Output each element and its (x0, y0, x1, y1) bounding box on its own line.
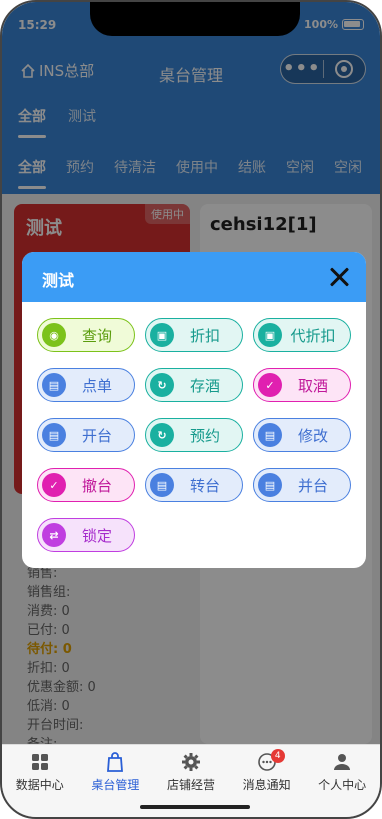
bottom-tab-bar: 数据中心 桌台管理 店铺经营 4 消息通知 个人中心 (2, 744, 380, 817)
unread-badge: 4 (270, 749, 285, 763)
transfer-table-button[interactable]: ▤ 转台 (145, 468, 243, 502)
tabbar-label: 消息通知 (242, 778, 291, 792)
lock-button[interactable]: ⇄ 锁定 (37, 518, 135, 552)
transfer-table-label: 转台 (189, 476, 220, 495)
refresh-icon: ↻ (150, 373, 174, 397)
merge-table-button[interactable]: ▤ 并台 (253, 468, 351, 502)
cancel-table-label: 撤台 (81, 476, 112, 495)
tabbar-item-table-management[interactable]: 桌台管理 (78, 751, 154, 793)
person-icon (304, 751, 380, 773)
bag-icon (78, 751, 154, 773)
discount-icon: ▣ (258, 323, 282, 347)
query-button[interactable]: ◉ 查询 (37, 318, 135, 352)
merge-table-label: 并台 (297, 476, 328, 495)
edit-button[interactable]: ▤ 修改 (253, 418, 351, 452)
message-icon (229, 751, 305, 773)
search-icon: ◉ (42, 323, 66, 347)
check-icon: ✓ (42, 473, 66, 497)
tabbar-label: 个人中心 (318, 778, 367, 792)
modal-header: 测试 (22, 252, 366, 302)
tabbar-label: 数据中心 (15, 778, 64, 792)
tabbar-item-data-center[interactable]: 数据中心 (2, 751, 78, 793)
table-actions-modal: 测试 ◉ 查询 ▣ 折扣 ▣ 代折扣 ▤ 点单 ↻ 存酒 ✓ 取酒 ▤ 开台 ↻… (22, 252, 366, 568)
close-icon[interactable] (326, 264, 352, 290)
take-wine-button[interactable]: ✓ 取酒 (253, 368, 351, 402)
proxy-discount-label: 代折扣 (290, 326, 336, 345)
discount-label: 折扣 (189, 326, 220, 345)
tabbar-item-profile[interactable]: 个人中心 (304, 751, 380, 793)
cancel-table-button[interactable]: ✓ 撤台 (37, 468, 135, 502)
open-table-label: 开台 (81, 426, 112, 445)
query-label: 查询 (81, 326, 112, 345)
order-button[interactable]: ▤ 点单 (37, 368, 135, 402)
action-grid: ◉ 查询 ▣ 折扣 ▣ 代折扣 ▤ 点单 ↻ 存酒 ✓ 取酒 ▤ 开台 ↻ 预约… (37, 318, 351, 552)
reserve-label: 预约 (189, 426, 220, 445)
refresh-icon: ↻ (150, 423, 174, 447)
tabbar-label: 店铺经营 (166, 778, 215, 792)
home-indicator (140, 805, 250, 809)
order-icon: ▤ (42, 373, 66, 397)
store-wine-label: 存酒 (189, 376, 220, 395)
phone-frame: 15:29 100% INS总部 桌台管理 ••• 全部 测试 全部 预约 待清… (0, 0, 382, 819)
edit-icon: ▤ (258, 423, 282, 447)
discount-icon: ▣ (150, 323, 174, 347)
merge-icon: ▤ (258, 473, 282, 497)
open-table-button[interactable]: ▤ 开台 (37, 418, 135, 452)
order-label: 点单 (81, 376, 112, 395)
tabbar-item-store-ops[interactable]: 店铺经营 (153, 751, 229, 793)
lock-icon: ⇄ (42, 523, 66, 547)
check-icon: ✓ (258, 373, 282, 397)
take-wine-label: 取酒 (297, 376, 328, 395)
gear-icon (153, 751, 229, 773)
tabbar-item-messages[interactable]: 4 消息通知 (229, 749, 305, 793)
discount-button[interactable]: ▣ 折扣 (145, 318, 243, 352)
grid-icon (2, 751, 78, 773)
tabbar-label: 桌台管理 (91, 778, 140, 792)
store-wine-button[interactable]: ↻ 存酒 (145, 368, 243, 402)
proxy-discount-button[interactable]: ▣ 代折扣 (253, 318, 351, 352)
edit-label: 修改 (297, 426, 328, 445)
lock-label: 锁定 (81, 526, 112, 545)
reserve-button[interactable]: ↻ 预约 (145, 418, 243, 452)
open-table-icon: ▤ (42, 423, 66, 447)
modal-title: 测试 (42, 271, 75, 290)
transfer-icon: ▤ (150, 473, 174, 497)
